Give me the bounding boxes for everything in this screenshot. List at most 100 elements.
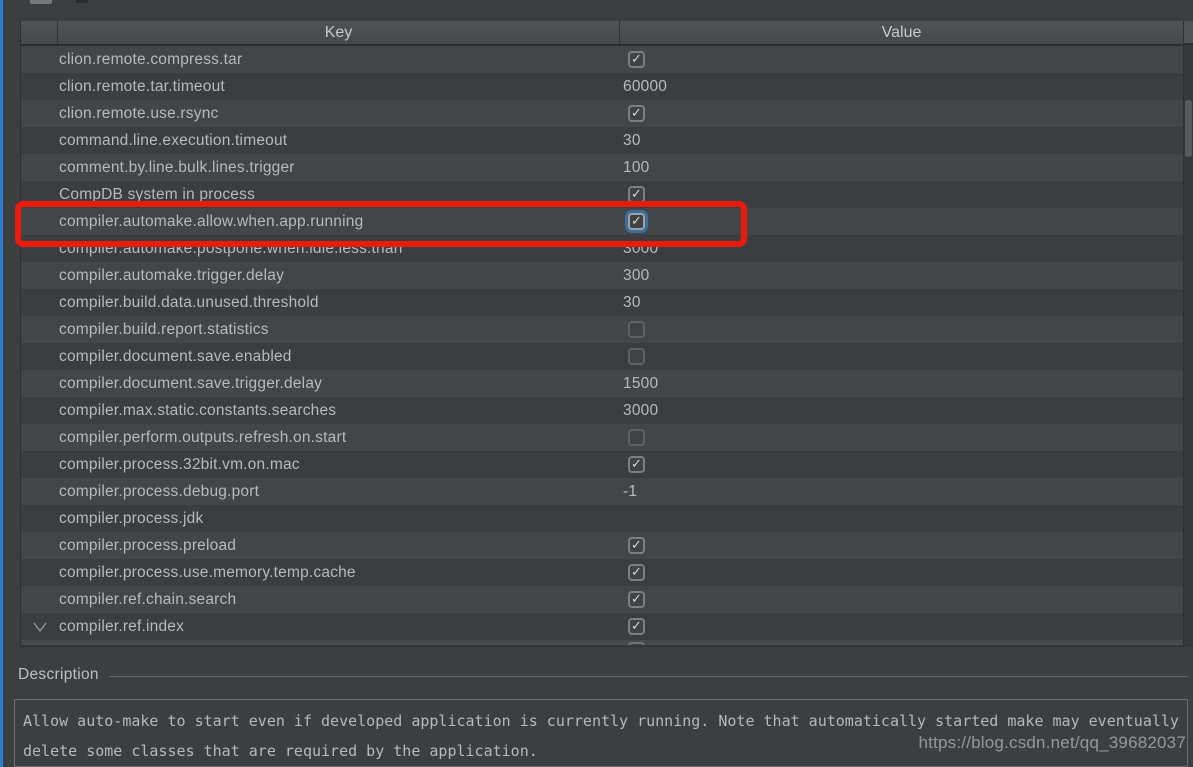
expander-cell[interactable] (21, 568, 59, 578)
table-row-partial[interactable] (21, 640, 1183, 645)
expander-cell[interactable] (21, 433, 59, 443)
description-line: Allow auto-make to start even if develop… (23, 706, 1179, 736)
value-text[interactable]: 60000 (623, 78, 667, 96)
value-checkbox[interactable] (628, 537, 645, 554)
row-key: compiler.process.preload (59, 537, 620, 555)
expander-cell[interactable] (21, 622, 59, 632)
expander-cell[interactable] (21, 244, 59, 254)
row-value-cell: 300 (620, 267, 1183, 285)
table-row[interactable]: clion.remote.tar.timeout 60000 (21, 73, 1183, 100)
expander-cell[interactable] (21, 352, 59, 362)
value-text[interactable]: 100 (623, 159, 649, 177)
table-row[interactable]: compiler.max.static.constants.searches 3… (21, 397, 1183, 424)
row-value-cell (620, 537, 1183, 554)
value-text[interactable]: 3000 (623, 240, 658, 258)
table-row[interactable]: command.line.execution.timeout 30 (21, 127, 1183, 154)
expander-cell[interactable] (21, 325, 59, 335)
table-row[interactable]: compiler.automake.postpone.when.idle.les… (21, 235, 1183, 262)
expander-cell[interactable] (21, 514, 59, 524)
row-value-cell (620, 618, 1183, 635)
vertical-scrollbar[interactable] (1184, 21, 1193, 647)
row-value-cell: -1 (620, 483, 1183, 501)
value-checkbox[interactable] (628, 348, 645, 365)
table-row[interactable]: compiler.build.report.statistics (21, 316, 1183, 343)
row-key: compiler.build.data.unused.threshold (59, 294, 620, 312)
header-value-column[interactable]: Value (620, 21, 1183, 44)
row-key: compiler.automake.postpone.when.idle.les… (59, 240, 620, 258)
value-text[interactable]: 300 (623, 267, 649, 285)
expander-cell[interactable] (21, 217, 59, 227)
table-row[interactable]: compiler.process.use.memory.temp.cache (21, 559, 1183, 586)
value-checkbox[interactable] (628, 186, 645, 203)
header-expander-column[interactable] (21, 21, 58, 44)
table-row[interactable]: compiler.document.save.enabled (21, 343, 1183, 370)
value-checkbox[interactable] (628, 105, 645, 122)
row-key: compiler.perform.outputs.refresh.on.star… (59, 429, 620, 447)
expander-cell[interactable] (21, 460, 59, 470)
table-row[interactable]: comment.by.line.bulk.lines.trigger 100 (21, 154, 1183, 181)
expander-cell[interactable] (21, 298, 59, 308)
table-row[interactable]: compiler.ref.index (21, 613, 1183, 640)
value-checkbox[interactable] (628, 429, 645, 446)
value-checkbox[interactable] (628, 591, 645, 608)
header-key-column[interactable]: Key (58, 21, 620, 44)
table-row[interactable]: compiler.build.data.unused.threshold 30 (21, 289, 1183, 316)
value-checkbox[interactable] (628, 213, 645, 230)
table-row[interactable]: compiler.process.debug.port -1 (21, 478, 1183, 505)
row-value-cell (620, 51, 1183, 68)
row-value-cell (620, 429, 1183, 446)
expander-cell[interactable] (21, 136, 59, 146)
table-row[interactable]: clion.remote.use.rsync (21, 100, 1183, 127)
value-text[interactable]: 1500 (623, 375, 658, 393)
value-text[interactable]: 30 (623, 132, 641, 150)
expander-cell[interactable] (21, 82, 59, 92)
row-key: compiler.process.debug.port (59, 483, 620, 501)
table-row[interactable]: compiler.process.32bit.vm.on.mac (21, 451, 1183, 478)
expander-cell[interactable] (21, 109, 59, 119)
value-checkbox[interactable] (628, 456, 645, 473)
value-checkbox[interactable] (628, 618, 645, 635)
toolbar-icon-partial-2[interactable] (76, 0, 88, 3)
table-row[interactable]: compiler.ref.chain.search (21, 586, 1183, 613)
chevron-down-icon[interactable] (33, 622, 47, 632)
value-checkbox[interactable] (628, 321, 645, 338)
expander-cell[interactable] (21, 379, 59, 389)
table-body: clion.remote.compress.tar clion.remote.t… (21, 46, 1183, 640)
expander-cell[interactable] (21, 271, 59, 281)
table-row[interactable]: compiler.perform.outputs.refresh.on.star… (21, 424, 1183, 451)
watermark-url: https://blog.csdn.net/qq_39682037 (919, 733, 1186, 753)
expander-cell[interactable] (21, 190, 59, 200)
expander-cell[interactable] (21, 55, 59, 65)
row-key: compiler.build.report.statistics (59, 321, 620, 339)
value-checkbox[interactable] (628, 564, 645, 581)
row-value-cell (620, 348, 1183, 365)
expander-cell[interactable] (21, 406, 59, 416)
toolbar-icon-partial-1[interactable] (30, 0, 52, 4)
value-checkbox[interactable] (628, 51, 645, 68)
value-text[interactable]: -1 (623, 483, 637, 501)
expander-cell[interactable] (21, 163, 59, 173)
table-row[interactable]: compiler.document.save.trigger.delay 150… (21, 370, 1183, 397)
row-value-cell (620, 186, 1183, 203)
expander-cell[interactable] (21, 541, 59, 551)
table-row[interactable]: compiler.process.preload (21, 532, 1183, 559)
expander-cell[interactable] (21, 595, 59, 605)
row-value-cell (620, 213, 1183, 230)
value-text[interactable]: 30 (623, 294, 641, 312)
expander-cell[interactable] (21, 487, 59, 497)
row-value-cell (620, 591, 1183, 608)
table-row[interactable]: CompDB system in process (21, 181, 1183, 208)
row-key: clion.remote.compress.tar (59, 51, 620, 69)
row-value-cell: 100 (620, 159, 1183, 177)
value-text[interactable]: 3000 (623, 402, 658, 420)
table-row[interactable]: compiler.automake.trigger.delay 300 (21, 262, 1183, 289)
scrollbar-thumb[interactable] (1185, 100, 1192, 157)
table-row[interactable]: compiler.process.jdk (21, 505, 1183, 532)
table-row[interactable]: compiler.automake.allow.when.app.running (21, 208, 1183, 235)
description-header: Description (18, 666, 1188, 684)
table-row[interactable]: clion.remote.compress.tar (21, 46, 1183, 73)
row-key: compiler.process.use.memory.temp.cache (59, 564, 620, 582)
row-value-cell (620, 564, 1183, 581)
checkbox-partial (628, 642, 645, 645)
row-value-cell (620, 105, 1183, 122)
